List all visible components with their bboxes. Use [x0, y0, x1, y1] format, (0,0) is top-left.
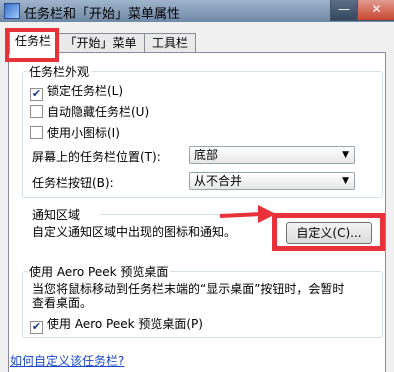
- annotation-arrow: [219, 205, 276, 223]
